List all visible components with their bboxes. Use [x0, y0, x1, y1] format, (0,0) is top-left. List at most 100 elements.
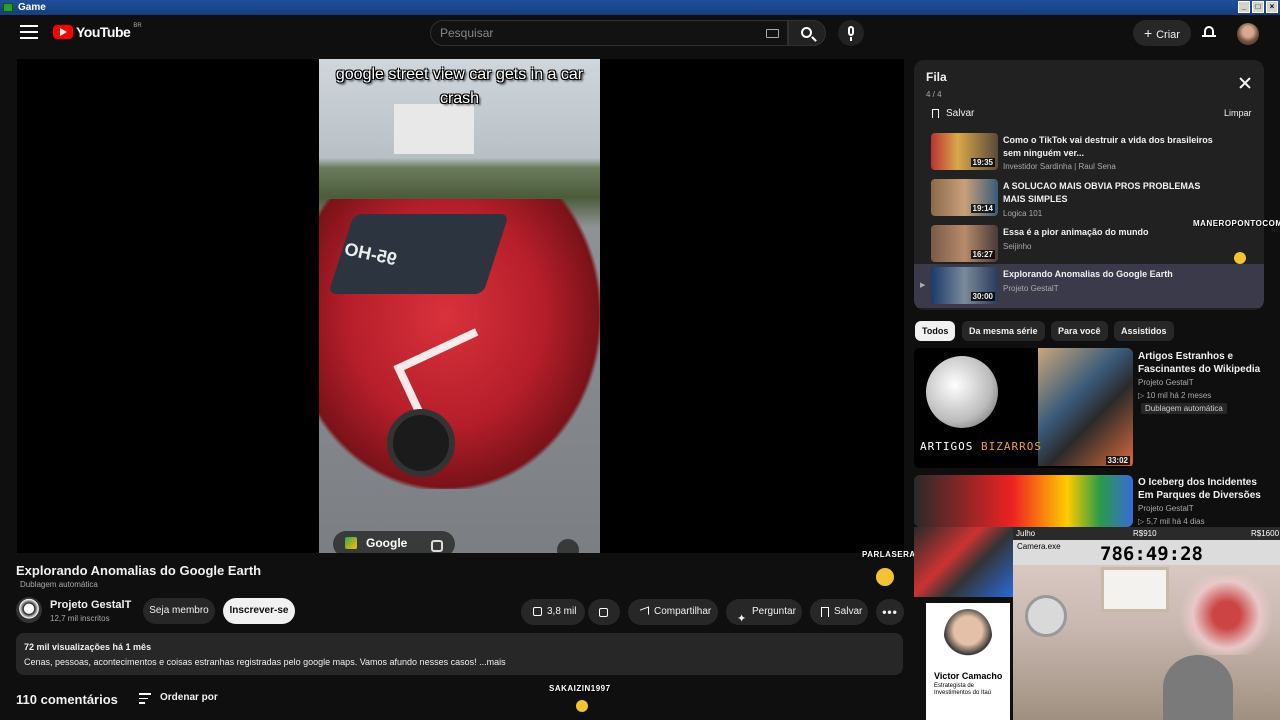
mic-button[interactable]: [838, 20, 864, 46]
google-maps-icon: [345, 537, 357, 549]
house-scenery: [394, 104, 474, 154]
chicken-icon: [576, 700, 588, 712]
queue-save-button[interactable]: Salvar: [932, 108, 974, 119]
share-button[interactable]: Compartilhar: [628, 599, 718, 625]
window-controls: _ □ ×: [1238, 1, 1278, 13]
queue-item-current[interactable]: ▶ 30:00 Explorando Anomalias do Google E…: [914, 264, 1264, 308]
search-button[interactable]: [788, 20, 826, 46]
truck-tire: [387, 409, 455, 477]
video-player[interactable]: 95-HO google street view car gets in a c…: [17, 59, 904, 553]
maximize-button[interactable]: □: [1252, 1, 1264, 13]
overlay-sakaizin: SAKAIZIN1997: [549, 684, 611, 693]
masthead: YouTube BR + Criar: [0, 15, 1280, 51]
recommendation-thumbnail[interactable]: ARTIGOS BIZARROS 33:02: [914, 348, 1133, 468]
queue-item-title: Como o TikTok vai destruir a vida dos br…: [1003, 135, 1213, 158]
sparkle-icon: ✦: [737, 613, 747, 625]
plus-icon: +: [1144, 25, 1157, 41]
description-text: Cenas, pessoas, acontecimentos e coisas …: [24, 657, 506, 667]
ask-button[interactable]: ✦ Perguntar: [726, 599, 802, 625]
chip-mesma-serie[interactable]: Da mesma série: [962, 321, 1045, 341]
webcam-feed: [1013, 565, 1280, 720]
recommendation-title[interactable]: O Iceberg dos Incidentes Em Parques de D…: [1138, 476, 1270, 502]
queue-title: Fila: [926, 70, 947, 84]
thumbnail-collage: [1038, 348, 1133, 466]
queue-clear-button[interactable]: Limpar: [1224, 108, 1252, 118]
video-caption: google street view car gets in a car cra…: [335, 66, 584, 107]
overlay-parlasera: PARLASERA: [862, 550, 916, 559]
queue-panel: Fila 4 / 4 Salvar Limpar 19:35 Como o Ti…: [914, 60, 1264, 310]
queue-item[interactable]: 19:35 Como o TikTok vai destruir a vida …: [914, 130, 1264, 174]
video-share-icon: [557, 539, 579, 553]
recommendation-meta: ▷ 10 mil há 2 meses: [1138, 391, 1212, 400]
description-box[interactable]: 72 mil visualizações há 1 mês Cenas, pes…: [16, 633, 903, 675]
thumbs-up-icon: [533, 607, 542, 616]
close-icon[interactable]: [1238, 76, 1252, 90]
chicken-icon: [876, 568, 894, 586]
queue-item-channel: Projeto GestalT: [1003, 284, 1059, 293]
chip-assistidos[interactable]: Assistidos: [1114, 321, 1174, 341]
video-frame: 95-HO google street view car gets in a c…: [319, 59, 600, 553]
queue-thumbnail: 19:14: [931, 179, 998, 216]
video-title: Explorando Anomalias do Google Earth: [16, 563, 262, 578]
search-input[interactable]: [440, 21, 740, 45]
ad-card[interactable]: Victor Camacho Estrategista de Investime…: [926, 603, 1010, 720]
menu-icon[interactable]: [20, 25, 38, 39]
now-playing-icon: ▶: [920, 282, 926, 289]
dislike-button[interactable]: [588, 599, 620, 625]
queue-item-title: Explorando Anomalias do Google Earth: [1003, 269, 1173, 279]
close-window-button[interactable]: ×: [1266, 1, 1278, 13]
queue-item-title: A SOLUCAO MAIS OBVIA PROS PROBLEMAS MAIS…: [1003, 181, 1201, 204]
recommendation-thumbnail[interactable]: [914, 475, 1133, 527]
create-button[interactable]: + Criar: [1133, 20, 1191, 46]
youtube-play-icon: [53, 25, 73, 39]
search-icon: [801, 27, 812, 38]
view-stats: 72 mil visualizações há 1 mês: [24, 642, 152, 652]
search-box[interactable]: [430, 20, 788, 46]
queue-item-channel: Seijinho: [1003, 242, 1032, 251]
share-icon: [640, 606, 649, 618]
thumbs-down-icon: [599, 608, 608, 617]
sort-button[interactable]: Ordenar por: [160, 692, 218, 703]
person-scenery: [1163, 655, 1233, 720]
queue-item[interactable]: 19:14 A SOLUCAO MAIS OBVIA PROS PROBLEMA…: [914, 176, 1264, 220]
ad-portrait: [944, 609, 992, 663]
bookmark-icon: [932, 109, 939, 118]
window-title-bar: Game _ □ ×: [0, 0, 1280, 15]
wikipedia-globe: [926, 356, 998, 428]
split-timer: Camera.exe 786:49:28: [1013, 540, 1280, 565]
queue-thumbnail: 19:35: [931, 133, 998, 170]
sort-icon[interactable]: [139, 693, 151, 704]
recommendation-meta: ▷ 5,7 mil há 4 dias: [1138, 517, 1205, 526]
chip-para-voce[interactable]: Para você: [1051, 321, 1108, 341]
window-title: Game: [18, 2, 46, 13]
queue-item-channel: Logica 101: [1003, 209, 1043, 218]
recommendation-channel: Projeto GestalT: [1138, 378, 1194, 387]
more-actions-button[interactable]: •••: [876, 599, 904, 625]
game-icon: [3, 3, 13, 12]
overlay-thumbnail: [914, 527, 1013, 597]
avatar[interactable]: [1237, 23, 1259, 45]
keyboard-icon[interactable]: [766, 29, 779, 38]
recommendation-title[interactable]: Artigos Estranhos e Fascinantes do Wikip…: [1138, 350, 1270, 376]
queue-count: 4 / 4: [926, 90, 942, 99]
queue-item-title: Essa é a pior animação do mundo: [1003, 227, 1149, 237]
queue-item-channel: Investidor Sardinha | Raul Sena: [1003, 162, 1116, 171]
queue-thumbnail: 16:27: [931, 225, 998, 262]
save-button[interactable]: Salvar: [810, 599, 868, 625]
channel-avatar[interactable]: [16, 597, 42, 623]
channel-name[interactable]: Projeto GestalT: [50, 599, 131, 611]
fan-scenery: [1025, 595, 1067, 637]
youtube-logo[interactable]: YouTube BR: [53, 23, 142, 40]
chip-todos[interactable]: Todos: [915, 321, 956, 341]
minimize-button[interactable]: _: [1238, 1, 1250, 13]
split-header: Julho R$910 R$1600: [1013, 527, 1280, 540]
queue-thumbnail: 30:00: [931, 267, 998, 304]
chicken-icon: [1234, 252, 1246, 264]
subscribe-button[interactable]: Inscrever-se: [223, 598, 295, 624]
channel-subs: 12,7 mil inscritos: [50, 614, 110, 623]
join-button[interactable]: Seja membro: [143, 598, 215, 624]
queue-item[interactable]: 16:27 Essa é a pior animação do mundo Se…: [914, 222, 1264, 266]
bell-icon[interactable]: [1202, 25, 1216, 39]
like-button[interactable]: 3,8 mil: [521, 599, 585, 625]
recommendation-channel: Projeto GestalT: [1138, 504, 1194, 513]
